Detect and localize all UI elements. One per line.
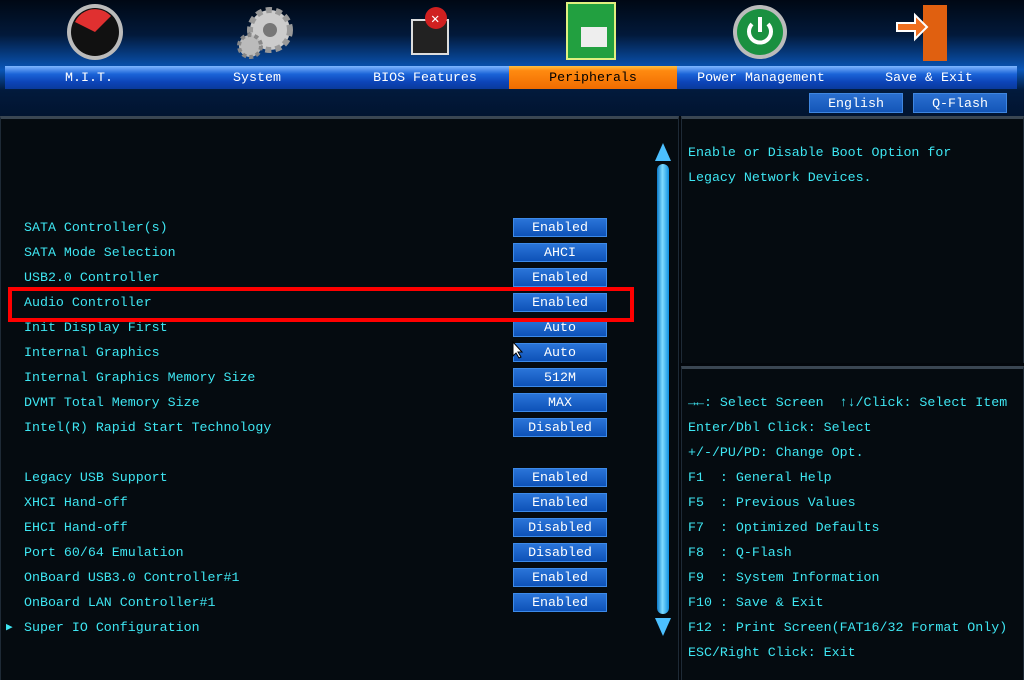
key-help-line: Enter/Dbl Click: Select — [688, 420, 872, 435]
key-help-line: F12 : Print Screen(FAT16/32 Format Only) — [688, 620, 1008, 635]
setting-label: Internal Graphics Memory Size — [24, 370, 256, 385]
language-button[interactable]: English — [809, 93, 903, 113]
setting-label: XHCI Hand-off — [24, 495, 128, 510]
tab-bar: M.I.T. System BIOS Features Peripherals … — [5, 66, 1017, 89]
peripheral-card-icon[interactable] — [563, 2, 627, 62]
description-line: Legacy Network Devices. — [688, 170, 872, 185]
setting-label: OnBoard LAN Controller#1 — [24, 595, 216, 610]
power-icon[interactable] — [728, 2, 792, 62]
scrollbar[interactable] — [657, 164, 669, 614]
tab-mit[interactable]: M.I.T. — [5, 66, 173, 89]
setting-label: SATA Mode Selection — [24, 245, 176, 260]
svg-text:✕: ✕ — [431, 12, 439, 28]
mouse-cursor-icon — [512, 341, 524, 359]
setting-value-button[interactable]: Enabled — [513, 468, 607, 487]
setting-value-button[interactable]: Disabled — [513, 543, 607, 562]
tab-system[interactable]: System — [173, 66, 341, 89]
scroll-up-arrow-icon[interactable] — [655, 143, 671, 161]
gears-icon[interactable] — [232, 2, 296, 62]
key-help-line: +/-/PU/PD: Change Opt. — [688, 445, 864, 460]
setting-value-button[interactable]: Enabled — [513, 218, 607, 237]
key-help-line: F8 : Q-Flash — [688, 545, 792, 560]
tab-save-exit[interactable]: Save & Exit — [845, 66, 1013, 89]
setting-value-button[interactable]: Auto — [513, 343, 607, 362]
setting-value-button[interactable]: Enabled — [513, 568, 607, 587]
setting-label: USB2.0 Controller — [24, 270, 160, 285]
setting-value-button[interactable]: Enabled — [513, 268, 607, 287]
setting-value-button[interactable]: AHCI — [513, 243, 607, 262]
key-help-line: F7 : Optimized Defaults — [688, 520, 880, 535]
setting-label: Intel(R) Rapid Start Technology — [24, 420, 272, 435]
top-navigation: ✕ M.I.T. System BIOS Features Peripheral… — [0, 0, 1024, 116]
description-line: Enable or Disable Boot Option for — [688, 145, 952, 160]
key-help-line: F10 : Save & Exit — [688, 595, 824, 610]
tab-bios-features[interactable]: BIOS Features — [341, 66, 509, 89]
key-help-line: F5 : Previous Values — [688, 495, 856, 510]
exit-door-icon[interactable] — [893, 2, 957, 62]
highlight-box — [8, 287, 634, 322]
setting-label: DVMT Total Memory Size — [24, 395, 200, 410]
key-help-line: F9 : System Information — [688, 570, 880, 585]
setting-value-button[interactable]: 512M — [513, 368, 607, 387]
speedometer-icon[interactable] — [63, 2, 127, 62]
qflash-button[interactable]: Q-Flash — [913, 93, 1007, 113]
setting-label: OnBoard USB3.0 Controller#1 — [24, 570, 240, 585]
setting-label: Port 60/64 Emulation — [24, 545, 184, 560]
scroll-down-arrow-icon[interactable] — [655, 618, 671, 636]
submenu-super-io[interactable]: Super IO Configuration — [24, 618, 200, 638]
tab-power-management[interactable]: Power Management — [677, 66, 845, 89]
setting-value-button[interactable]: Enabled — [513, 493, 607, 512]
key-help-line: →←: Select Screen ↑↓/Click: Select Item — [688, 395, 1008, 410]
setting-value-button[interactable]: Disabled — [513, 418, 607, 437]
setting-label: Legacy USB Support — [24, 470, 168, 485]
key-help-line: F1 : General Help — [688, 470, 832, 485]
setting-value-button[interactable]: Disabled — [513, 518, 607, 537]
setting-value-button[interactable]: Enabled — [513, 593, 607, 612]
tab-peripherals[interactable]: Peripherals — [509, 66, 677, 89]
setting-label: Internal Graphics — [24, 345, 160, 360]
key-help-line: ESC/Right Click: Exit — [688, 645, 856, 660]
setting-value-button[interactable]: MAX — [513, 393, 607, 412]
submenu-arrow-icon: ▶ — [6, 622, 13, 634]
chip-icon[interactable]: ✕ — [398, 2, 462, 62]
setting-label: EHCI Hand-off — [24, 520, 128, 535]
setting-label: SATA Controller(s) — [24, 220, 168, 235]
